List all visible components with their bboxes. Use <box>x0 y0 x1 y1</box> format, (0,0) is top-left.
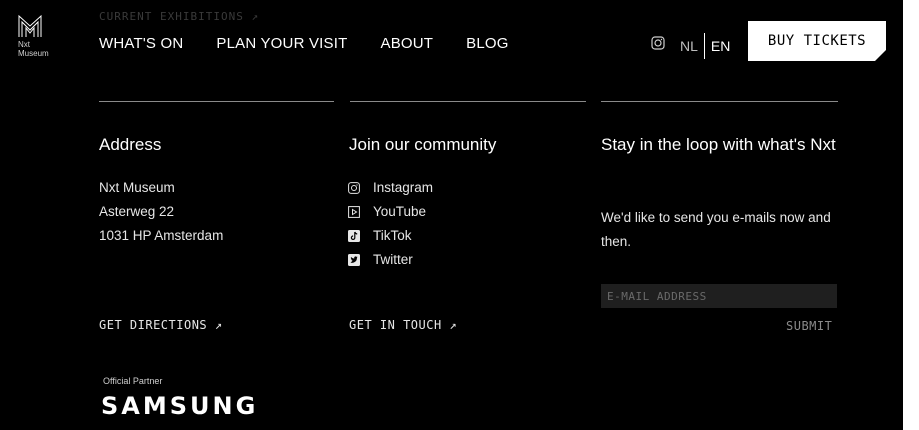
nav-plan-your-visit[interactable]: PLAN YOUR VISIT <box>216 35 347 52</box>
divider-address <box>99 101 334 102</box>
tiktok-icon <box>348 229 360 242</box>
instagram-icon[interactable] <box>651 36 665 50</box>
page-edge <box>903 0 919 430</box>
divider-community <box>350 101 586 102</box>
lang-nl[interactable]: NL <box>680 38 704 54</box>
address-line-2: Asterweg 22 <box>99 204 175 219</box>
newsletter-description: We'd like to send you e-mails now and th… <box>601 210 831 249</box>
social-instagram[interactable]: Instagram <box>348 180 433 195</box>
social-youtube[interactable]: YouTube <box>348 204 426 219</box>
main-nav: WHAT'S ON PLAN YOUR VISIT ABOUT BLOG <box>99 35 542 52</box>
nxt-museum-logo[interactable]: Nxt Museum <box>18 14 58 58</box>
nav-about[interactable]: ABOUT <box>380 35 433 52</box>
social-tiktok[interactable]: TikTok <box>348 228 412 243</box>
newsletter-title: Stay in the loop with what's Nxt <box>601 135 836 154</box>
instagram-icon <box>348 181 360 194</box>
samsung-logo[interactable]: SAMSUNG <box>101 392 258 420</box>
footer-page: Nxt Museum CURRENT EXHIBITIONS ↗ WHAT'S … <box>0 0 903 430</box>
get-directions-link[interactable]: GET DIRECTIONS ↗ <box>99 318 223 332</box>
email-field[interactable] <box>601 284 837 308</box>
social-label: TikTok <box>373 228 412 243</box>
buy-tickets-button[interactable]: BUY TICKETS <box>748 21 886 61</box>
youtube-icon <box>348 205 360 218</box>
address-title: Address <box>99 135 162 154</box>
partner-label: Official Partner <box>103 376 163 386</box>
social-label: Twitter <box>373 252 413 267</box>
address-line-1: Nxt Museum <box>99 180 175 195</box>
social-label: Instagram <box>373 180 434 195</box>
submit-button[interactable]: SUBMIT <box>786 319 832 333</box>
address-line-3: 1031 HP Amsterdam <box>99 228 224 243</box>
button-corner-notch <box>875 50 886 61</box>
social-label: YouTube <box>373 204 427 219</box>
get-in-touch-link[interactable]: GET IN TOUCH ↗ <box>349 318 457 332</box>
lang-en[interactable]: EN <box>705 38 730 54</box>
community-title: Join our community <box>349 135 497 154</box>
twitter-icon <box>348 253 360 266</box>
nav-blog[interactable]: BLOG <box>466 35 508 52</box>
social-twitter[interactable]: Twitter <box>348 252 413 267</box>
nav-whats-on[interactable]: WHAT'S ON <box>99 35 183 52</box>
logo-text: Nxt Museum <box>18 40 49 58</box>
logo-mark-icon <box>18 14 42 37</box>
divider-newsletter <box>601 101 838 102</box>
current-exhibitions-link[interactable]: CURRENT EXHIBITIONS ↗ <box>99 10 259 23</box>
language-switcher: NL EN <box>680 33 730 59</box>
